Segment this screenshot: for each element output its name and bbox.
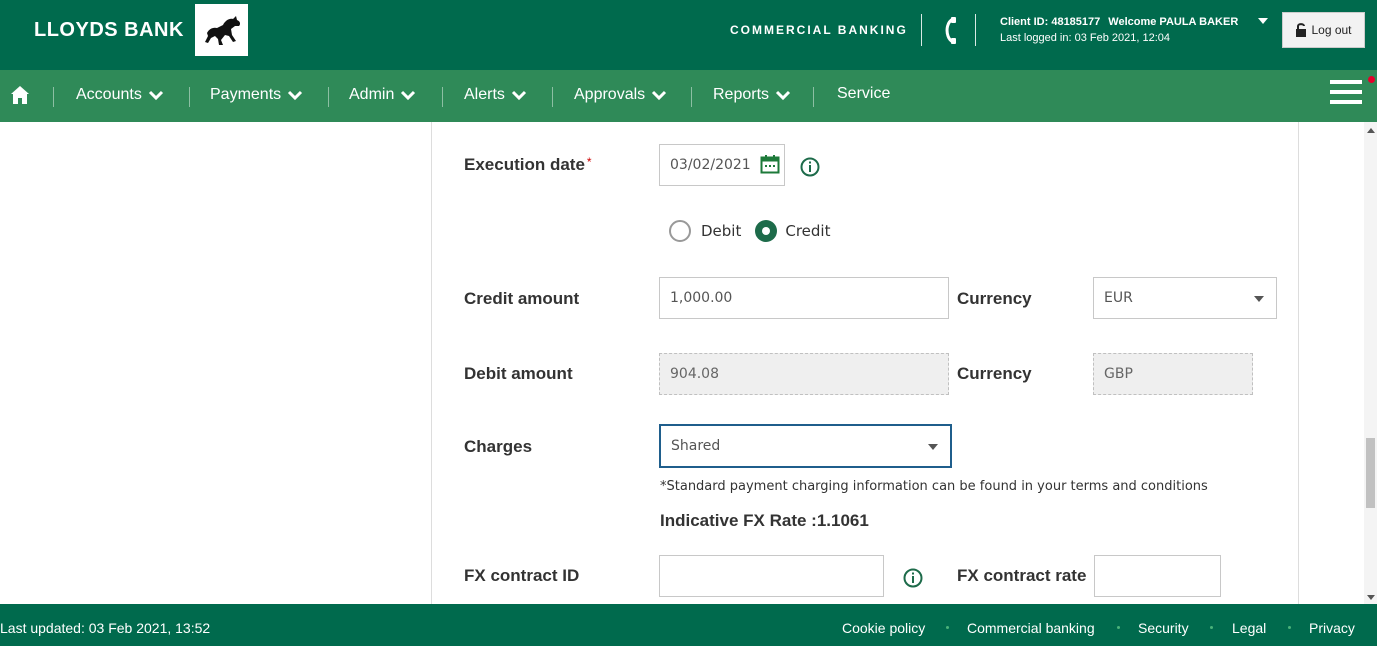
debit-currency-field: GBP (1093, 353, 1253, 395)
brand-name[interactable]: LLOYDS BANK (34, 19, 184, 42)
debit-currency-label: Currency (957, 364, 1032, 383)
nav-service-label: Service (837, 85, 891, 102)
last-updated: Last updated: 03 Feb 2021, 13:52 (0, 620, 211, 636)
credit-amount-input[interactable]: 1,000.00 (659, 277, 949, 319)
notification-dot (1368, 76, 1375, 83)
fx-contract-id-label: FX contract ID (464, 566, 580, 585)
top-header: LLOYDS BANK COMMERCIAL BANKING Client ID… (0, 0, 1377, 70)
chevron-down-icon (652, 90, 667, 101)
nav-admin-label: Admin (349, 86, 395, 103)
charges-note: *Standard payment charging information c… (660, 479, 1208, 494)
section-title: COMMERCIAL BANKING (730, 23, 908, 37)
padlock-icon (1296, 23, 1307, 37)
execution-date-value: 03/02/2021 (670, 157, 751, 173)
home-icon[interactable] (9, 84, 31, 106)
scroll-thumb[interactable] (1366, 438, 1375, 508)
main-nav: Accounts Payments Admin Alerts Approvals… (0, 70, 1377, 122)
footer-link-legal[interactable]: Legal (1232, 620, 1266, 636)
dropdown-caret-icon (1254, 296, 1264, 302)
logout-label: Log out (1311, 23, 1352, 37)
horse-logo-icon[interactable] (195, 4, 248, 56)
calendar-icon[interactable] (760, 154, 780, 174)
info-icon[interactable] (800, 157, 820, 177)
footer-link-privacy[interactable]: Privacy (1309, 620, 1355, 636)
footer: Last updated: 03 Feb 2021, 13:52 Cookie … (0, 604, 1377, 646)
debit-currency-value: GBP (1104, 366, 1133, 382)
scroll-up-arrow-icon[interactable] (1367, 128, 1375, 133)
nav-divider (328, 87, 329, 107)
footer-separator (1288, 626, 1291, 629)
nav-payments[interactable]: Payments (210, 86, 303, 104)
nav-alerts-label: Alerts (464, 86, 505, 103)
credit-currency-value: EUR (1104, 290, 1133, 306)
debit-radio[interactable] (669, 220, 691, 242)
hamburger-menu-icon[interactable] (1330, 80, 1362, 108)
chevron-down-icon (288, 90, 303, 101)
nav-divider (552, 87, 553, 107)
debit-amount-value: 904.08 (670, 366, 719, 382)
nav-accounts-label: Accounts (76, 86, 142, 103)
welcome-user[interactable]: Welcome PAULA BAKER (1108, 16, 1238, 28)
phone-icon[interactable] (940, 16, 960, 44)
charges-label: Charges (464, 437, 533, 456)
footer-link-security[interactable]: Security (1138, 620, 1189, 636)
credit-amount-label: Credit amount (464, 289, 580, 308)
nav-divider (53, 87, 54, 107)
charges-value: Shared (671, 438, 721, 454)
content-area: Execution date * 03/02/2021 Debit Credit … (0, 122, 1377, 604)
user-menu-caret-icon[interactable] (1258, 18, 1268, 24)
nav-alerts[interactable]: Alerts (464, 86, 527, 104)
credit-currency-label: Currency (957, 289, 1032, 308)
chevron-down-icon (148, 90, 163, 101)
client-id: Client ID: 48185177 (1000, 16, 1101, 28)
logout-button[interactable]: Log out (1282, 12, 1365, 48)
nav-reports-label: Reports (713, 86, 770, 103)
nav-reports[interactable]: Reports (713, 86, 791, 104)
nav-divider (189, 87, 190, 107)
credit-radio-label[interactable]: Credit (785, 222, 830, 240)
chevron-down-icon (775, 90, 791, 101)
info-icon[interactable] (903, 568, 923, 588)
last-logged-in: Last logged in: 03 Feb 2021, 12:04 (1000, 32, 1171, 44)
fx-contract-id-input[interactable] (659, 555, 884, 597)
nav-divider (442, 87, 443, 107)
scroll-down-arrow-icon[interactable] (1367, 595, 1375, 600)
debit-amount-input: 904.08 (659, 353, 949, 395)
execution-date-label: Execution date * (464, 155, 592, 175)
nav-approvals[interactable]: Approvals (574, 86, 667, 104)
footer-link-cookie-policy[interactable]: Cookie policy (842, 620, 925, 636)
credit-amount-value: 1,000.00 (670, 290, 733, 306)
nav-accounts[interactable]: Accounts (76, 86, 164, 104)
credit-radio[interactable] (755, 220, 778, 242)
fx-contract-rate-label: FX contract rate (957, 566, 1087, 585)
credit-currency-select[interactable]: EUR (1093, 277, 1277, 319)
header-divider (975, 14, 976, 46)
chevron-down-icon (511, 90, 526, 101)
nav-approvals-label: Approvals (574, 86, 646, 103)
debit-radio-label[interactable]: Debit (701, 222, 741, 240)
debit-amount-label: Debit amount (464, 364, 573, 383)
nav-divider (691, 87, 692, 107)
footer-separator (1117, 626, 1120, 629)
debit-credit-toggle: Debit Credit (669, 220, 830, 242)
nav-service[interactable]: Service (837, 85, 890, 103)
footer-separator (946, 626, 949, 629)
client-info: Client ID: 48185177 Welcome PAULA BAKER L… (1000, 14, 1238, 46)
footer-link-commercial-banking[interactable]: Commercial banking (967, 620, 1095, 636)
chevron-down-icon (401, 90, 416, 101)
nav-admin[interactable]: Admin (349, 86, 416, 104)
page-scrollbar[interactable] (1364, 122, 1377, 604)
footer-separator (1210, 626, 1213, 629)
charges-select[interactable]: Shared (659, 424, 952, 468)
indicative-fx-rate: Indicative FX Rate :1.1061 (660, 511, 869, 530)
execution-date-label-text: Execution date (464, 155, 585, 174)
required-mark: * (586, 155, 592, 169)
dropdown-caret-icon (928, 444, 938, 450)
nav-divider (813, 87, 814, 107)
header-divider (921, 14, 922, 46)
execution-date-input[interactable]: 03/02/2021 (659, 144, 785, 186)
fx-contract-rate-input[interactable] (1094, 555, 1221, 597)
nav-payments-label: Payments (210, 86, 282, 103)
